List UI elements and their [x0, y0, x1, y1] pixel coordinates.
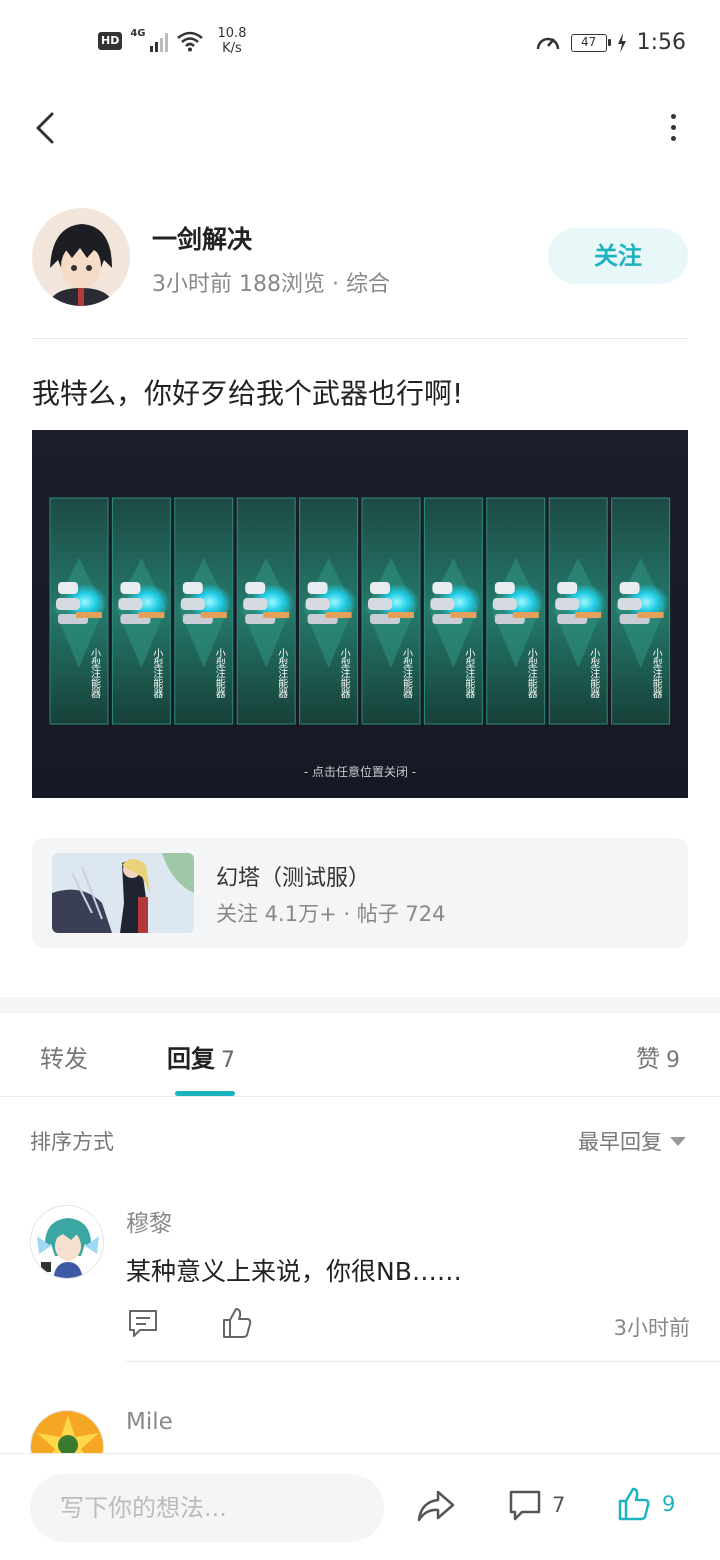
top-nav — [0, 100, 720, 156]
post-image[interactable]: 小型注能器 小型注能器 小型注能器 小型注能器 小型注能器 小型注能器 小型注能器 小型注能器… — [32, 430, 688, 798]
post-time: 3小时前 — [152, 272, 232, 297]
comment-reply-icon[interactable] — [126, 1306, 160, 1340]
signal-icon — [149, 30, 168, 52]
view-count: 188浏览 — [239, 272, 325, 297]
like-button[interactable]: 9 — [616, 1486, 675, 1522]
post-category[interactable]: 综合 — [346, 272, 390, 297]
reward-card: 小型注能器 — [611, 497, 671, 725]
reward-card: 小型注能器 — [49, 497, 109, 725]
forum-stat-separator: · — [343, 902, 351, 926]
tab-reply-label: 回复 — [167, 1045, 215, 1073]
forum-post-count: 帖子 724 — [356, 902, 446, 926]
reward-card: 小型注能器 — [299, 497, 359, 725]
share-icon[interactable] — [416, 1488, 456, 1524]
tab-like-count: 9 — [666, 1048, 680, 1073]
forum-name: 幻塔（测试服） — [216, 866, 371, 891]
forum-stats: 关注 4.1万+ · 帖子 724 — [216, 898, 446, 928]
status-left: HD 4G 10.8 K/s — [98, 26, 246, 56]
network-type: 4G — [130, 27, 146, 39]
comment-text: 某种意义上来说，你很NB…… — [126, 1257, 462, 1286]
comment-count: 7 — [552, 1493, 566, 1517]
clock: 1:56 — [636, 30, 686, 55]
reward-card: 小型注能器 — [548, 497, 608, 725]
comment-avatar[interactable] — [30, 1205, 104, 1279]
forum-thumbnail — [52, 853, 194, 933]
wifi-icon — [176, 31, 203, 52]
follow-button[interactable]: 关注 — [548, 228, 688, 284]
tab-reply[interactable]: 回复 7 — [167, 1039, 235, 1074]
author-avatar[interactable] — [32, 208, 130, 306]
like-count: 9 — [662, 1492, 676, 1516]
tab-repost-label: 转发 — [40, 1045, 88, 1073]
forum-card[interactable]: 幻塔（测试服） 关注 4.1万+ · 帖子 724 — [32, 838, 688, 948]
sort-label: 排序方式 — [30, 1130, 114, 1154]
comment-icon — [509, 1490, 541, 1521]
speedometer-icon — [536, 37, 559, 49]
reward-card: 小型注能器 — [236, 497, 296, 725]
reward-card: 小型注能器 — [111, 497, 171, 725]
speed-value: 10.8 — [217, 26, 247, 41]
reward-item-label: 小型注能器 — [525, 648, 537, 699]
reward-card: 小型注能器 — [423, 497, 483, 725]
section-separator — [0, 997, 720, 1013]
back-arrow-icon[interactable] — [30, 108, 70, 148]
reward-item-label: 小型注能器 — [588, 648, 600, 699]
charging-icon — [617, 32, 626, 53]
reward-item-label: 小型注能器 — [338, 648, 350, 699]
meta-separator: · — [332, 272, 339, 297]
comment-time: 3小时前 — [613, 1316, 690, 1340]
forum-follow-count: 关注 4.1万+ — [216, 902, 337, 926]
comment-input[interactable]: 写下你的想法... — [30, 1474, 384, 1542]
reward-card: 小型注能器 — [486, 497, 546, 725]
image-footer-text: - 点击任意位置关闭 - — [304, 764, 416, 779]
tab-repost[interactable]: 转发 — [40, 1039, 88, 1074]
comment-count-button[interactable]: 7 — [508, 1488, 565, 1522]
hd-badge: HD — [98, 32, 123, 50]
reward-item-label: 小型注能器 — [463, 648, 475, 699]
status-right: 47 1:56 — [535, 30, 686, 55]
interaction-tabs: 转发 回复 7 赞9 — [0, 1013, 720, 1097]
dropdown-arrow-icon — [670, 1136, 686, 1146]
more-options-icon[interactable] — [666, 110, 680, 150]
status-bar: HD 4G 10.8 K/s 47 1:56 — [0, 0, 720, 88]
comment-like-icon[interactable] — [220, 1306, 254, 1340]
active-tab-indicator — [175, 1091, 235, 1096]
tab-like-label: 赞 — [636, 1045, 660, 1073]
comment-author[interactable]: 穆黎 — [126, 1204, 172, 1238]
reward-card: 小型注能器 — [361, 497, 421, 725]
comment-author[interactable]: Mile — [126, 1409, 173, 1435]
reward-item-label: 小型注能器 — [401, 648, 413, 699]
sort-dropdown[interactable]: 最早回复 — [578, 1126, 686, 1156]
comment-actions: 3小时前 — [126, 1306, 690, 1346]
author-meta: 3小时前 188浏览 · 综合 — [152, 266, 390, 298]
author-name[interactable]: 一剑解决 — [152, 220, 252, 256]
like-icon — [618, 1487, 650, 1521]
battery-icon: 47 — [570, 33, 611, 52]
bottom-bar: 写下你的想法... 7 9 — [0, 1453, 720, 1560]
reward-item-label: 小型注能器 — [89, 648, 101, 699]
reward-item-label: 小型注能器 — [151, 648, 163, 699]
tab-like[interactable]: 赞9 — [636, 1039, 680, 1074]
network-speed: 10.8 K/s — [218, 26, 247, 56]
comment-divider — [126, 1361, 720, 1362]
author-header: 一剑解决 3小时前 188浏览 · 综合 关注 — [32, 208, 688, 308]
reward-item-label: 小型注能器 — [650, 648, 662, 699]
divider — [32, 338, 688, 339]
reward-item-label: 小型注能器 — [213, 648, 225, 699]
reward-card: 小型注能器 — [174, 497, 234, 725]
tab-reply-count: 7 — [221, 1048, 235, 1073]
speed-unit: K/s — [222, 41, 242, 56]
post-text: 我特么，你好歹给我个武器也行啊! — [32, 377, 464, 410]
sort-value: 最早回复 — [578, 1130, 662, 1154]
reward-item-label: 小型注能器 — [276, 648, 288, 699]
